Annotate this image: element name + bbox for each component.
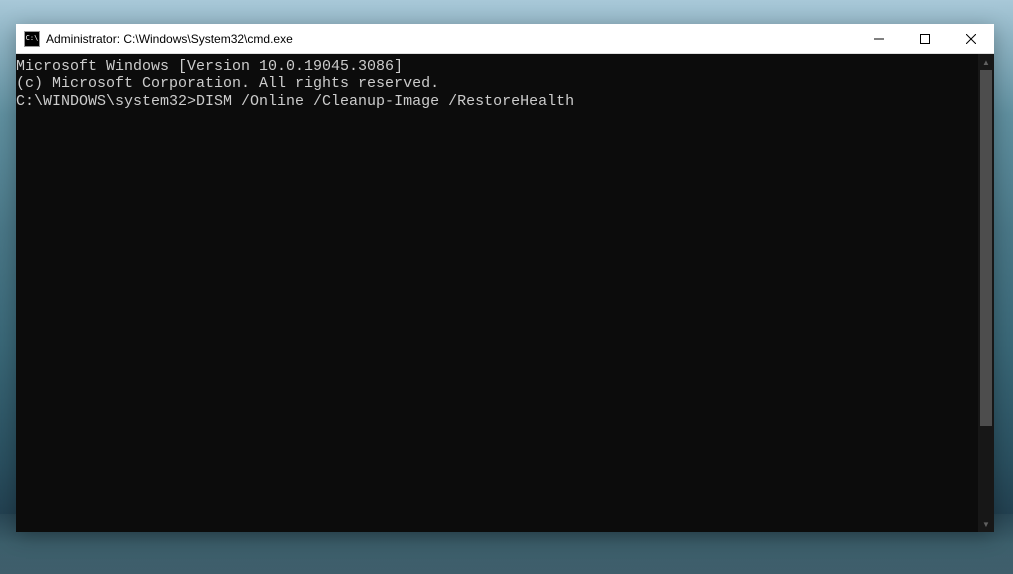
- terminal-output-line: (c) Microsoft Corporation. All rights re…: [16, 75, 978, 92]
- terminal-prompt: C:\WINDOWS\system32>: [16, 93, 196, 110]
- terminal-body[interactable]: Microsoft Windows [Version 10.0.19045.30…: [16, 54, 994, 532]
- window-title: Administrator: C:\Windows\System32\cmd.e…: [46, 32, 856, 46]
- scrollbar-up-arrow[interactable]: ▲: [978, 54, 994, 70]
- maximize-icon: [920, 34, 930, 44]
- cmd-icon-text: C:\: [26, 35, 39, 42]
- minimize-icon: [874, 34, 884, 44]
- maximize-button[interactable]: [902, 24, 948, 53]
- terminal-command: DISM /Online /Cleanup-Image /RestoreHeal…: [196, 93, 574, 110]
- cmd-icon: C:\: [24, 31, 40, 47]
- window-controls: [856, 24, 994, 53]
- cmd-window: C:\ Administrator: C:\Windows\System32\c…: [16, 24, 994, 532]
- terminal-output-line: Microsoft Windows [Version 10.0.19045.30…: [16, 58, 978, 75]
- terminal-prompt-line: C:\WINDOWS\system32>DISM /Online /Cleanu…: [16, 93, 978, 110]
- close-button[interactable]: [948, 24, 994, 53]
- scrollbar-thumb[interactable]: [980, 70, 992, 426]
- titlebar[interactable]: C:\ Administrator: C:\Windows\System32\c…: [16, 24, 994, 54]
- scrollbar-track[interactable]: [978, 70, 994, 516]
- close-icon: [966, 34, 976, 44]
- terminal-content[interactable]: Microsoft Windows [Version 10.0.19045.30…: [16, 54, 978, 532]
- vertical-scrollbar[interactable]: ▲ ▼: [978, 54, 994, 532]
- scrollbar-down-arrow[interactable]: ▼: [978, 516, 994, 532]
- minimize-button[interactable]: [856, 24, 902, 53]
